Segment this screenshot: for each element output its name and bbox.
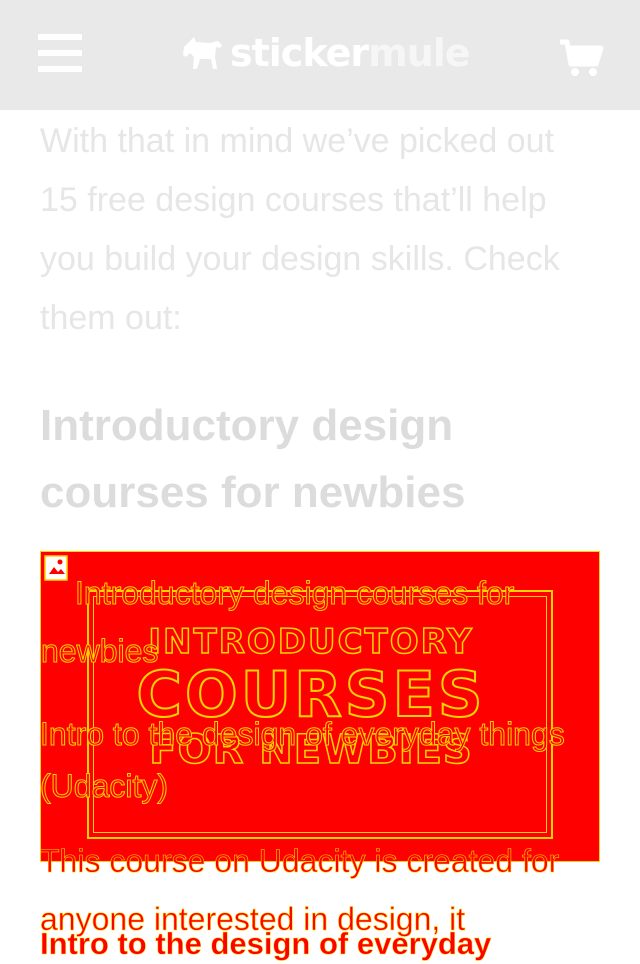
image-alt-text-content: Introductory design courses for newbies	[41, 575, 515, 670]
shopping-cart-icon[interactable]	[558, 38, 604, 78]
brand-name: stickermule	[230, 31, 471, 75]
course-image: INTRODUCTORY COURSES FOR NEWBIES Introdu…	[40, 551, 600, 862]
hamburger-menu-icon[interactable]	[38, 34, 82, 74]
next-course-heading: Intro to the design of everyday	[40, 926, 492, 962]
brand-part-sticker: sticker	[230, 31, 369, 75]
image-alt-text: Introductory design courses for newbies	[41, 564, 599, 680]
section-heading: Introductory design courses for newbies	[40, 401, 466, 517]
brand-part-mule: mule	[368, 31, 470, 75]
course-link[interactable]: Intro to the design of everyday things (…	[40, 708, 610, 812]
site-header: stickermule	[0, 0, 640, 110]
brand-logo[interactable]: stickermule	[180, 30, 471, 76]
course-description-text: This course on Udacity is created for an…	[40, 843, 560, 938]
mule-logo-icon	[183, 37, 222, 69]
intro-paragraph: With that in mind we’ve picked out 15 fr…	[40, 122, 560, 337]
article-body: With that in mind we’ve picked out 15 fr…	[40, 112, 600, 348]
